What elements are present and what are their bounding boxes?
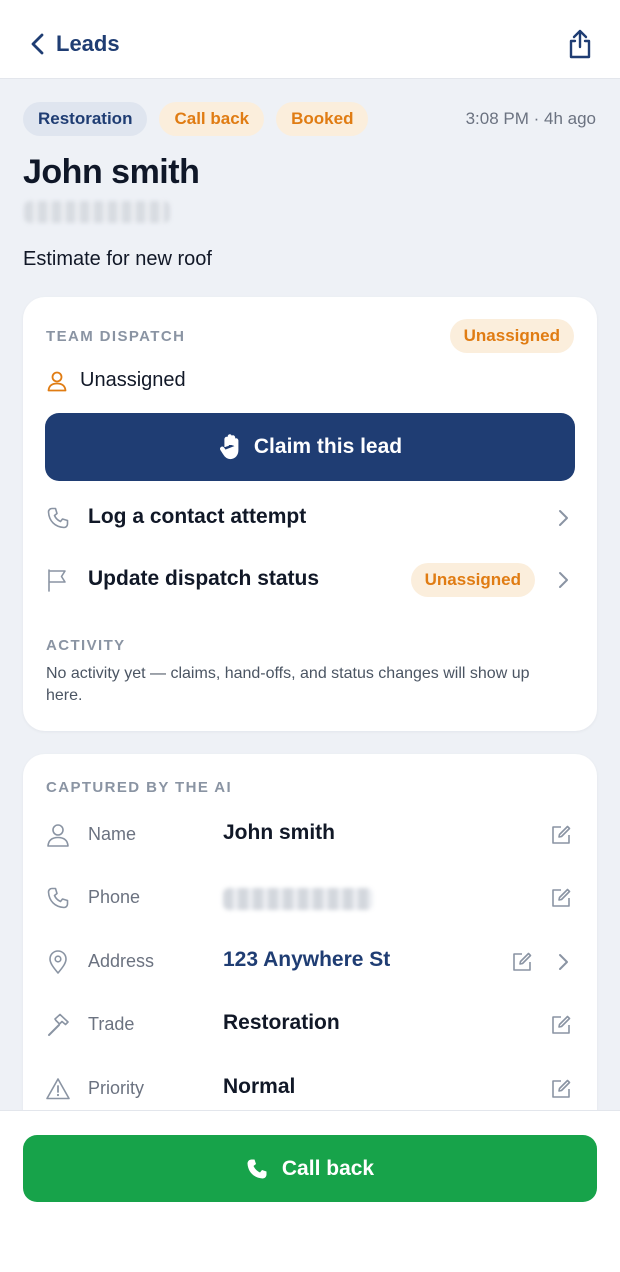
phone-icon	[47, 507, 69, 529]
field-value-priority: Normal	[223, 1075, 296, 1098]
field-row-name: Name John smith	[23, 812, 597, 862]
call-back-button[interactable]: Call back	[23, 1135, 597, 1202]
claim-lead-label: Claim this lead	[253, 435, 403, 458]
assignee: Unassigned	[46, 369, 186, 392]
edit-icon[interactable]	[511, 951, 533, 973]
hand-icon	[219, 434, 239, 460]
update-dispatch-status-label: Update dispatch status	[88, 567, 320, 590]
person-icon	[47, 824, 69, 847]
field-value-address[interactable]: 123 Anywhere St	[223, 948, 390, 972]
log-contact-attempt-label: Log a contact attempt	[88, 505, 307, 528]
edit-icon[interactable]	[550, 824, 572, 846]
field-label-phone: Phone	[88, 887, 141, 907]
field-value-trade: Restoration	[223, 1011, 340, 1034]
person-icon	[47, 371, 67, 391]
field-value-phone-redacted	[223, 888, 373, 910]
phone-icon	[247, 1159, 267, 1178]
log-contact-attempt-row[interactable]: Log a contact attempt	[23, 493, 597, 545]
chevron-right-icon	[559, 572, 568, 588]
flag-icon	[48, 569, 66, 592]
chevron-right-icon	[559, 510, 568, 526]
field-label-name: Name	[88, 824, 137, 844]
call-back-label: Call back	[281, 1156, 375, 1180]
team-dispatch-card: TEAM DISPATCH Unassigned Unassigned Clai…	[23, 297, 597, 731]
warning-icon	[46, 1078, 70, 1100]
share-icon[interactable]	[566, 28, 594, 60]
lead-phone-redacted	[24, 201, 170, 223]
tag-booked: Booked	[276, 102, 369, 136]
field-label-trade: Trade	[88, 1014, 135, 1034]
back-button[interactable]: Leads	[28, 28, 120, 60]
field-label-address: Address	[88, 951, 155, 971]
field-row-trade: Trade Restoration	[23, 1002, 597, 1052]
tag-restoration: Restoration	[23, 102, 148, 136]
team-dispatch-label: TEAM DISPATCH	[46, 328, 186, 345]
chevron-right-icon[interactable]	[557, 951, 571, 973]
assignee-label: Unassigned	[80, 369, 186, 391]
hammer-icon	[48, 1013, 69, 1036]
lead-tags: Restoration Call back Booked	[23, 102, 369, 136]
edit-icon[interactable]	[550, 887, 572, 909]
update-dispatch-status-row[interactable]: Update dispatch status Unassigned	[23, 555, 597, 607]
edit-icon[interactable]	[550, 1014, 572, 1036]
lead-name: John smith	[23, 153, 200, 191]
field-row-priority: Priority Normal	[23, 1066, 597, 1116]
lead-summary: Estimate for new roof	[23, 248, 212, 270]
update-status-badge: Unassigned	[410, 563, 535, 597]
field-row-phone: Phone	[23, 875, 597, 925]
field-label-priority: Priority	[88, 1078, 145, 1098]
activity-empty-text: No activity yet — claims, hand-offs, and…	[46, 665, 530, 704]
edit-icon[interactable]	[550, 1078, 572, 1100]
dispatch-status-badge: Unassigned	[449, 319, 574, 353]
phone-icon	[47, 887, 69, 909]
activity-label: ACTIVITY	[46, 637, 126, 654]
chevron-left-icon	[31, 33, 44, 55]
field-row-address: Address 123 Anywhere St	[23, 939, 597, 989]
claim-lead-button[interactable]: Claim this lead	[45, 413, 575, 481]
nav-bar: Leads	[0, 0, 620, 79]
field-value-name: John smith	[223, 821, 336, 844]
tag-call-back: Call back	[159, 102, 265, 136]
captured-by-ai-label: CAPTURED BY THE AI	[46, 779, 233, 796]
location-pin-icon	[49, 950, 67, 974]
lead-timestamp: 3:08 PM · 4h ago	[465, 109, 596, 128]
bottom-action-bar: Call back	[0, 1110, 620, 1272]
back-label: Leads	[56, 31, 120, 56]
